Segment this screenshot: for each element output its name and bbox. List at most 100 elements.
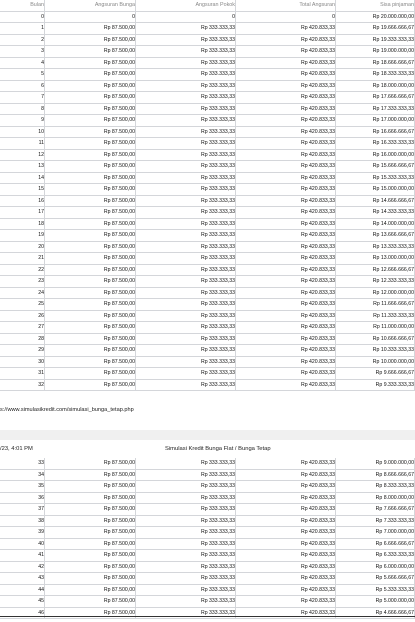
table-row: 5 Rp 87.500,00 Rp 333.333,33 Rp 420.833,33 R… (0, 69, 415, 81)
cell-angsuran-pokok: Rp 333.333,33 (200, 460, 235, 466)
cell-angsuran-pokok: Rp 333.333,33 (200, 266, 235, 273)
table-row: 23 Rp 87.500,00 Rp 333.333,33 Rp 420.833,33… (0, 276, 415, 288)
cell-angsuran-bunga: Rp 87.500,00 (103, 563, 135, 570)
cell-angsuran-pokok: Rp 333.333,33 (200, 563, 235, 570)
cell-total-angsuran: Rp 420.833,33 (300, 552, 335, 558)
cell-sisa-pinjaman: Rp 14.666.666,67 (372, 197, 414, 204)
column-divider (135, 458, 136, 619)
cell-total-angsuran: Rp 420.833,33 (300, 36, 335, 43)
cell-angsuran-pokok: Rp 333.333,33 (200, 117, 235, 123)
table-row: 43 Rp 87.500,00 Rp 333.333,33 Rp 420.833,33… (0, 573, 415, 585)
cell-sisa-pinjaman: Rp 9.333.333,33 (375, 381, 414, 388)
table-row: 7 Rp 87.500,00 Rp 333.333,33 Rp 420.833,33 R… (0, 92, 415, 104)
cell-angsuran-pokok: Rp 333.333,33 (200, 506, 235, 512)
cell-sisa-pinjaman: Rp 15.666.666,67 (372, 163, 414, 169)
cell-angsuran-pokok: Rp 333.333,33 (200, 598, 235, 604)
cell-total-angsuran: Rp 420.833,33 (300, 278, 335, 284)
cell-angsuran-pokok: 0 (232, 13, 235, 20)
cell-sisa-pinjaman: Rp 7.333.333,33 (375, 517, 414, 524)
cell-total-angsuran: Rp 420.833,33 (300, 186, 335, 192)
table-row: 21 Rp 87.500,00 Rp 333.333,33 Rp 420.833,33… (0, 253, 415, 265)
cell-angsuran-bunga: Rp 87.500,00 (103, 163, 135, 169)
print-header-datetime: /23, 4:01 PM (0, 446, 33, 452)
cell-angsuran-pokok: Rp 333.333,33 (200, 71, 235, 77)
column-divider (44, 458, 45, 619)
cell-total-angsuran: Rp 420.833,33 (300, 140, 335, 146)
cell-total-angsuran: Rp 420.833,33 (300, 324, 335, 330)
cell-sisa-pinjaman: Rp 8.000.000,00 (375, 494, 414, 501)
cell-sisa-pinjaman: Rp 17.000.000,00 (372, 117, 414, 123)
cell-angsuran-bunga: Rp 87.500,00 (103, 370, 135, 376)
table-row: 28 Rp 87.500,00 Rp 333.333,33 Rp 420.833,33… (0, 334, 415, 345)
cell-sisa-pinjaman: Rp 5.000.000,00 (375, 598, 414, 604)
cell-total-angsuran: Rp 420.833,33 (300, 163, 335, 169)
table-row: 18 Rp 87.500,00 Rp 333.333,33 Rp 420.833,33… (0, 219, 415, 230)
cell-sisa-pinjaman: Rp 12.333.333,33 (372, 278, 414, 284)
cell-angsuran-pokok: Rp 333.333,33 (200, 358, 235, 365)
header-angsuran-bunga: Angsuran Bunga (94, 2, 135, 8)
cell-total-angsuran: Rp 420.833,33 (300, 197, 335, 204)
cell-total-angsuran: Rp 420.833,33 (300, 529, 335, 535)
cell-sisa-pinjaman: Rp 17.666.666,67 (372, 94, 414, 100)
column-divider (335, 458, 336, 619)
cell-bulan: 28 (38, 335, 44, 342)
cell-sisa-pinjaman: Rp 6.000.000,00 (375, 563, 414, 570)
cell-bulan: 31 (38, 370, 44, 376)
cell-sisa-pinjaman: Rp 10.333.333,33 (372, 347, 414, 353)
cell-angsuran-pokok: Rp 333.333,33 (200, 186, 235, 192)
cell-angsuran-bunga: Rp 87.500,00 (103, 25, 135, 31)
cell-angsuran-pokok: Rp 333.333,33 (200, 174, 235, 181)
cell-angsuran-pokok: Rp 333.333,33 (200, 471, 235, 478)
cell-bulan: 9 (41, 117, 44, 123)
cell-angsuran-bunga: Rp 87.500,00 (103, 289, 135, 296)
column-divider (44, 0, 45, 391)
cell-angsuran-bunga: Rp 87.500,00 (103, 483, 135, 489)
cell-total-angsuran: Rp 420.833,33 (300, 266, 335, 273)
cell-angsuran-bunga: Rp 87.500,00 (103, 255, 135, 261)
cell-angsuran-pokok: Rp 333.333,33 (200, 381, 235, 388)
cell-total-angsuran: Rp 420.833,33 (300, 575, 335, 581)
cell-angsuran-bunga: Rp 87.500,00 (103, 197, 135, 204)
header-angsuran-pokok: Angsuran Pokok (195, 2, 235, 8)
cell-angsuran-bunga: Rp 87.500,00 (103, 220, 135, 227)
cell-sisa-pinjaman: Rp 7.000.000,00 (375, 529, 414, 535)
cell-total-angsuran: Rp 420.833,33 (300, 220, 335, 227)
table-row: 45 Rp 87.500,00 Rp 333.333,33 Rp 420.833,33… (0, 596, 415, 608)
table-row: 26 Rp 87.500,00 Rp 333.333,33 Rp 420.833,33… (0, 311, 415, 322)
cell-total-angsuran: Rp 420.833,33 (300, 347, 335, 353)
cell-sisa-pinjaman: Rp 16.666.666,67 (372, 128, 414, 135)
cell-bulan: 35 (38, 483, 44, 489)
cell-bulan: 16 (38, 197, 44, 204)
page-break (0, 430, 415, 440)
cell-angsuran-bunga: Rp 87.500,00 (103, 471, 135, 478)
cell-angsuran-pokok: Rp 333.333,33 (200, 36, 235, 43)
table-row: 38 Rp 87.500,00 Rp 333.333,33 Rp 420.833,33… (0, 516, 415, 527)
cell-total-angsuran: Rp 420.833,33 (300, 289, 335, 296)
cell-bulan: 38 (38, 517, 44, 524)
cell-total-angsuran: Rp 420.833,33 (300, 517, 335, 524)
cell-sisa-pinjaman: Rp 9.666.666,67 (375, 370, 414, 376)
cell-sisa-pinjaman: Rp 19.666.666,67 (372, 25, 414, 31)
cell-angsuran-pokok: Rp 333.333,33 (200, 335, 235, 342)
table-row: 8 Rp 87.500,00 Rp 333.333,33 Rp 420.833,33 R… (0, 104, 415, 115)
cell-angsuran-bunga: Rp 87.500,00 (103, 209, 135, 215)
cell-bulan: 6 (41, 82, 44, 89)
cell-sisa-pinjaman: Rp 13.000.000,00 (372, 255, 414, 261)
cell-angsuran-pokok: Rp 333.333,33 (200, 140, 235, 146)
table-row: 37 Rp 87.500,00 Rp 333.333,33 Rp 420.833,33… (0, 504, 415, 516)
cell-total-angsuran: Rp 420.833,33 (300, 494, 335, 501)
header-sisa-pinjaman: Sisa pinjaman (380, 2, 414, 8)
cell-total-angsuran: Rp 420.833,33 (300, 540, 335, 547)
cell-total-angsuran: Rp 420.833,33 (300, 563, 335, 570)
cell-sisa-pinjaman: Rp 13.666.666,67 (372, 232, 414, 238)
cell-bulan: 36 (38, 494, 44, 501)
cell-sisa-pinjaman: Rp 19.000.000,00 (372, 48, 414, 54)
cell-total-angsuran: Rp 420.833,33 (300, 483, 335, 489)
table-row: 20 Rp 87.500,00 Rp 333.333,33 Rp 420.833,33… (0, 242, 415, 253)
table-row: 0 0 0 0 Rp 20.000.000,00 (0, 12, 415, 23)
cell-angsuran-pokok: Rp 333.333,33 (200, 197, 235, 204)
cell-sisa-pinjaman: Rp 15.000.000,00 (372, 186, 414, 192)
cell-angsuran-pokok: Rp 333.333,33 (200, 278, 235, 284)
cell-sisa-pinjaman: Rp 9.000.000,00 (375, 460, 414, 466)
table-row: 4 Rp 87.500,00 Rp 333.333,33 Rp 420.833,33 R… (0, 58, 415, 69)
